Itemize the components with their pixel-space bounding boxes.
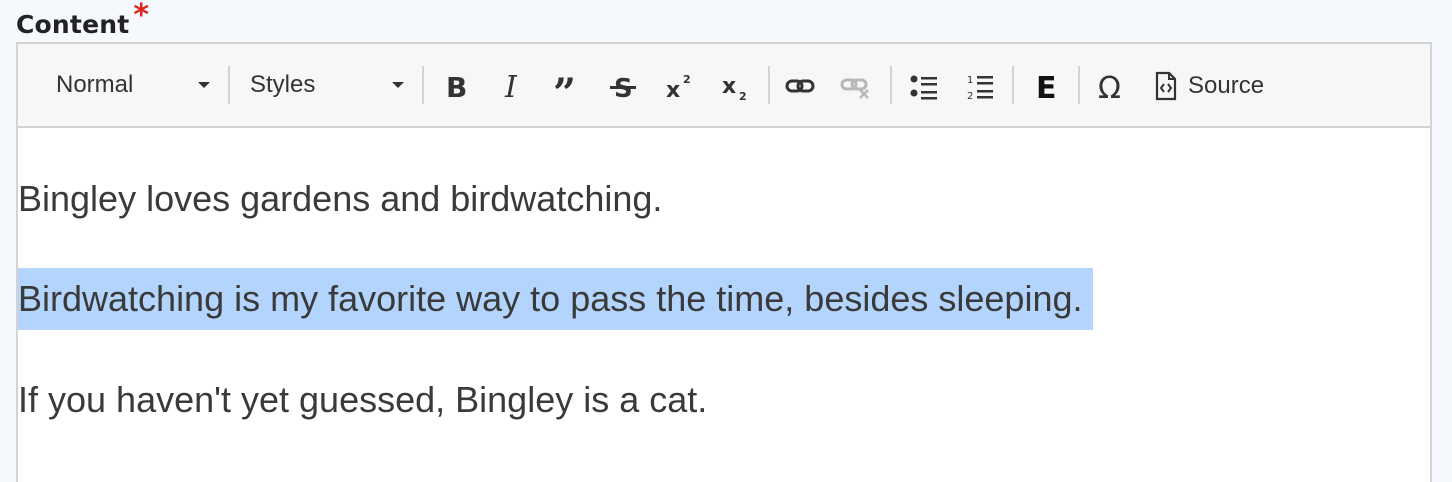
unlink-button[interactable] xyxy=(834,64,878,108)
unlink-icon xyxy=(840,78,869,99)
source-button[interactable]: Source xyxy=(1154,64,1264,108)
blockquote-icon: ” xyxy=(553,71,576,101)
special-character-button[interactable]: Ω xyxy=(1090,64,1134,108)
svg-text:2: 2 xyxy=(683,73,691,86)
svg-text:I: I xyxy=(504,71,518,101)
svg-text:1: 1 xyxy=(967,75,973,86)
source-icon xyxy=(1155,71,1177,101)
embed-button[interactable]: E xyxy=(1024,64,1068,108)
format-dropdown[interactable]: Normal xyxy=(56,62,210,108)
link-button[interactable] xyxy=(778,64,822,108)
numbered-list-button[interactable]: 1 2 xyxy=(958,64,1002,108)
superscript-icon: x 2 xyxy=(666,73,691,101)
italic-button[interactable]: I xyxy=(490,64,534,108)
toolbar-separator xyxy=(1012,66,1014,104)
content-paragraph-selected[interactable]: Birdwatching is my favorite way to pass … xyxy=(18,268,1093,330)
toolbar-separator xyxy=(768,66,770,104)
source-button-label: Source xyxy=(1188,72,1265,99)
link-icon xyxy=(785,79,815,93)
required-star: * xyxy=(133,0,150,33)
svg-text:B: B xyxy=(446,71,467,101)
toolbar-separator xyxy=(228,66,230,104)
bulleted-list-button[interactable] xyxy=(902,64,946,108)
svg-text:”: ” xyxy=(553,71,576,101)
omega-icon: Ω xyxy=(1098,71,1121,102)
subscript-icon: x 2 xyxy=(722,74,747,101)
strikethrough-icon: S xyxy=(610,74,636,101)
bulleted-list-icon xyxy=(910,75,937,100)
svg-text:x: x xyxy=(666,78,680,101)
editor-toolbar: Normal Styles B I ” S x 2 x 2 1 2 E Ω So… xyxy=(18,44,1430,128)
svg-text:Ω: Ω xyxy=(1098,71,1121,102)
bold-button[interactable]: B xyxy=(434,64,478,108)
styles-dropdown-label: Styles xyxy=(250,71,316,98)
field-label: Content * xyxy=(16,0,149,41)
field-label-text: Content xyxy=(16,10,130,39)
rich-text-editor: Normal Styles B I ” S x 2 x 2 1 2 E Ω So… xyxy=(16,42,1432,482)
svg-text:2: 2 xyxy=(967,91,973,101)
blockquote-button[interactable]: ” xyxy=(546,64,590,108)
superscript-button[interactable]: x 2 xyxy=(658,64,702,108)
svg-text:x: x xyxy=(722,74,736,99)
toolbar-separator xyxy=(1078,66,1080,104)
svg-text:E: E xyxy=(1036,71,1057,101)
toolbar-separator xyxy=(422,66,424,104)
numbered-list-icon: 1 2 xyxy=(967,75,993,101)
strikethrough-button[interactable]: S xyxy=(602,64,646,108)
content-paragraph[interactable]: Bingley loves gardens and birdwatching. xyxy=(18,168,662,230)
chevron-down-icon xyxy=(392,82,404,88)
styles-dropdown[interactable]: Styles xyxy=(250,62,404,108)
chevron-down-icon xyxy=(198,82,210,88)
embed-icon: E xyxy=(1036,71,1057,101)
bold-icon: B xyxy=(446,71,467,101)
svg-text:2: 2 xyxy=(739,90,747,101)
subscript-button[interactable]: x 2 xyxy=(714,64,758,108)
format-dropdown-label: Normal xyxy=(56,71,134,98)
toolbar-separator xyxy=(890,66,892,104)
content-paragraph[interactable]: If you haven't yet guessed, Bingley is a… xyxy=(18,369,707,431)
italic-icon: I xyxy=(504,71,518,101)
